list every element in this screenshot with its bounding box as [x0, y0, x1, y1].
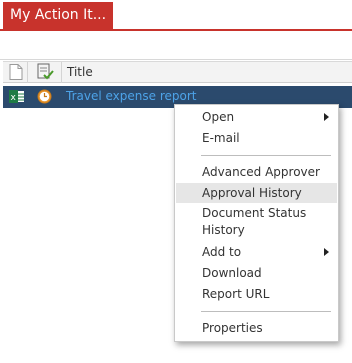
menu-item-label: Add to: [202, 245, 242, 259]
menu-item-label: Document Status History: [202, 206, 307, 237]
submenu-arrow-icon: [324, 248, 329, 256]
column-header-title-label: Title: [67, 65, 93, 79]
excel-icon: x: [9, 90, 24, 103]
menu-item-report-url[interactable]: Report URL: [176, 284, 337, 304]
menu-item-document-status-history[interactable]: Document Status History: [176, 205, 337, 239]
menu-item-label: Advanced Approver: [202, 165, 320, 179]
menu-separator: [201, 155, 331, 156]
menu-item-email[interactable]: E-mail: [176, 128, 337, 148]
column-header-workflow[interactable]: [28, 62, 62, 83]
menu-item-properties[interactable]: Properties: [176, 318, 337, 338]
menu-item-label: Report URL: [202, 287, 270, 301]
menu-item-label: Download: [202, 266, 262, 280]
toolbar-divider: [0, 59, 352, 60]
workflow-icon: [37, 63, 54, 80]
svg-text:x: x: [11, 93, 17, 103]
title-bar: My Action It...: [0, 0, 352, 31]
row-title-link[interactable]: Travel expense report: [66, 89, 196, 103]
document-icon: [9, 64, 23, 80]
menu-item-label: E-mail: [202, 131, 240, 145]
column-header-title[interactable]: Title: [62, 62, 352, 83]
menu-item-approval-history[interactable]: Approval History: [176, 183, 337, 203]
menu-item-label: Approval History: [202, 186, 302, 200]
page-title[interactable]: My Action It...: [3, 2, 113, 29]
menu-item-label: Open: [202, 110, 235, 124]
menu-item-download[interactable]: Download: [176, 263, 337, 283]
context-menu: Open E-mail Advanced Approver Approval H…: [174, 104, 339, 342]
menu-item-open[interactable]: Open: [176, 107, 337, 127]
submenu-arrow-icon: [324, 113, 329, 121]
column-header-document[interactable]: [3, 62, 28, 83]
menu-item-advanced-approver[interactable]: Advanced Approver: [176, 162, 337, 182]
menu-item-label: Properties: [202, 321, 263, 335]
clock-icon: [37, 89, 52, 104]
menu-separator: [201, 311, 331, 312]
list-header: Title: [3, 61, 352, 83]
menu-item-add-to[interactable]: Add to: [176, 242, 337, 262]
toolbar: [0, 31, 352, 59]
